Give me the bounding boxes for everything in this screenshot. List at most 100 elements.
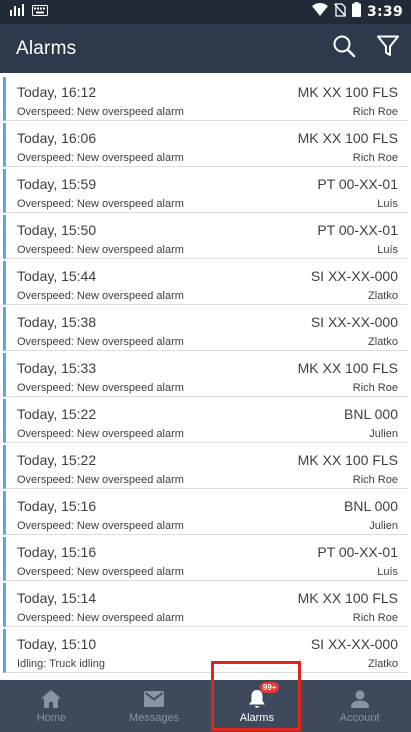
page-title: Alarms [16,37,77,59]
alarm-driver: Julien [369,428,398,440]
alarm-description: Idling: Truck idling [17,658,106,670]
alarm-description: Overspeed: New overspeed alarm [17,152,184,164]
alarm-list-item[interactable]: Today, 15:38 SI XX-XX-000 Overspeed: New o… [3,307,408,351]
alarm-time: Today, 15:10 [17,636,97,652]
alarm-driver: Zlatko [368,290,398,302]
alarm-description: Overspeed: New overspeed alarm [17,290,184,302]
alarm-plate: PT 00-XX-01 [317,222,398,238]
alarm-description: Overspeed: New overspeed alarm [17,382,184,394]
alarm-count-badge: 99+ [259,681,280,693]
alarm-row-bottom: Overspeed: New overspeed alarm Rich Roe [17,380,398,396]
mail-icon [143,689,165,709]
alarm-time: Today, 15:59 [17,176,97,192]
alarm-time: Today, 15:16 [17,498,97,514]
alarm-row-top: Today, 15:16 PT 00-XX-01 [17,540,398,564]
alarm-list-item[interactable]: Today, 15:10 SI XX-XX-000 Idling: Truck id… [3,629,408,673]
alarm-list-item[interactable]: Today, 15:22 MK XX 100 FLS Overspeed: New … [3,445,408,489]
alarm-row-bottom: Overspeed: New overspeed alarm Luís [17,564,398,580]
nav-label-alarms: Alarms [239,711,274,724]
alarm-plate: MK XX 100 FLS [297,84,398,100]
search-icon [332,34,356,63]
alarm-time: Today, 15:38 [17,314,97,330]
alarm-row-bottom: Overspeed: New overspeed alarm Zlatko [17,288,398,304]
search-button[interactable] [331,34,357,63]
alarm-time: Today, 15:14 [17,590,97,606]
alarm-plate: MK XX 100 FLS [297,130,398,146]
alarm-plate: SI XX-XX-000 [310,636,398,652]
no-sim-icon [333,2,346,22]
alarm-description: Overspeed: New overspeed alarm [17,566,184,578]
alarm-plate: PT 00-XX-01 [317,176,398,192]
alarm-plate: MK XX 100 FLS [297,360,398,376]
alarm-row-bottom: Idling: Truck idling Zlatko [17,656,398,672]
filter-button[interactable] [375,35,401,62]
alarm-list-item[interactable]: Today, 15:33 MK XX 100 FLS Overspeed: New … [3,353,408,397]
alarm-list-item[interactable]: Today, 15:59 PT 00-XX-01 Overspeed: New ov… [3,169,408,213]
alarm-plate: BNL 000 [344,406,398,422]
alarm-driver: Rich Roe [352,106,398,118]
alarm-description: Overspeed: New overspeed alarm [17,612,184,624]
alarm-list[interactable]: Today, 16:12 MK XX 100 FLS Overspeed: New … [0,77,411,677]
alarm-description: Overspeed: New overspeed alarm [17,106,184,118]
alarm-list-item[interactable]: Today, 15:22 BNL 000 Overspeed: New oversp… [3,399,408,443]
alarm-time: Today, 15:22 [17,406,97,422]
alarm-time: Today, 15:22 [17,452,97,468]
alarm-row-bottom: Overspeed: New overspeed alarm Rich Roe [17,104,398,120]
alarm-row-bottom: Overspeed: New overspeed alarm Rich Roe [17,472,398,488]
nav-item-account[interactable]: Account [308,680,411,732]
alarm-driver: Zlatko [368,658,398,670]
alarm-list-item[interactable]: Today, 16:06 MK XX 100 FLS Overspeed: New … [3,123,408,167]
alarm-driver: Zlatko [368,336,398,348]
alarm-description: Overspeed: New overspeed alarm [17,244,184,256]
alarm-driver: Rich Roe [352,382,398,394]
alarm-list-item[interactable]: Today, 15:50 PT 00-XX-01 Overspeed: New ov… [3,215,408,259]
alarm-row-top: Today, 15:59 PT 00-XX-01 [17,172,398,196]
alarm-driver: Rich Roe [352,152,398,164]
alarm-plate: MK XX 100 FLS [297,590,398,606]
alarm-plate: PT 00-XX-01 [317,544,398,560]
alarm-list-item[interactable]: Today, 15:14 MK XX 100 FLS Overspeed: New … [3,583,408,627]
alarm-row-top: Today, 16:12 MK XX 100 FLS [17,80,398,104]
alarm-list-item[interactable]: Today, 15:44 SI XX-XX-000 Overspeed: New o… [3,261,408,305]
alarm-row-top: Today, 15:44 SI XX-XX-000 [17,264,398,288]
status-left [10,3,48,21]
alarm-time: Today, 16:06 [17,130,97,146]
nav-label-home: Home [36,711,67,724]
alarm-time: Today, 15:50 [17,222,97,238]
status-right: 3:39 [311,2,403,22]
battery-icon [351,2,361,22]
nav-label-account: Account [339,711,380,724]
status-bar: 3:39 [0,0,411,24]
nav-item-home[interactable]: Home [0,680,103,732]
signal-icon [10,3,24,21]
alarm-description: Overspeed: New overspeed alarm [17,474,184,486]
alarm-description: Overspeed: New overspeed alarm [17,428,184,440]
alarm-list-item[interactable]: Today, 15:16 PT 00-XX-01 Overspeed: New ov… [3,537,408,581]
home-icon [40,689,62,709]
alarm-row-bottom: Overspeed: New overspeed alarm Julien [17,518,398,534]
alarm-row-bottom: Overspeed: New overspeed alarm Julien [17,426,398,442]
alarm-row-bottom: Overspeed: New overspeed alarm Zlatko [17,334,398,350]
alarm-plate: SI XX-XX-000 [310,268,398,284]
alarm-description: Overspeed: New overspeed alarm [17,336,184,348]
alarm-row-top: Today, 15:33 MK XX 100 FLS [17,356,398,380]
alarm-row-top: Today, 15:16 BNL 000 [17,494,398,518]
bottom-nav: Home Messages 99+ Alarms Account [0,680,411,732]
person-icon [349,689,371,709]
alarm-time: Today, 16:12 [17,84,97,100]
alarm-plate: MK XX 100 FLS [297,452,398,468]
keyboard-icon [32,3,48,21]
nav-item-alarms[interactable]: 99+ Alarms [206,680,309,732]
alarm-list-item[interactable]: Today, 15:16 BNL 000 Overspeed: New oversp… [3,491,408,535]
alarm-row-top: Today, 15:10 SI XX-XX-000 [17,632,398,656]
alarm-driver: Luís [377,244,398,256]
alarm-time: Today, 15:44 [17,268,97,284]
alarm-driver: Julien [369,520,398,532]
alarm-list-item[interactable]: Today, 16:12 MK XX 100 FLS Overspeed: New … [3,77,408,121]
alarm-row-top: Today, 16:06 MK XX 100 FLS [17,126,398,150]
alarm-row-top: Today, 15:14 MK XX 100 FLS [17,586,398,610]
alarm-row-top: Today, 15:50 PT 00-XX-01 [17,218,398,242]
nav-item-messages[interactable]: Messages [103,680,206,732]
app-bar: Alarms [0,24,411,73]
alarm-row-bottom: Overspeed: New overspeed alarm Luís [17,242,398,258]
